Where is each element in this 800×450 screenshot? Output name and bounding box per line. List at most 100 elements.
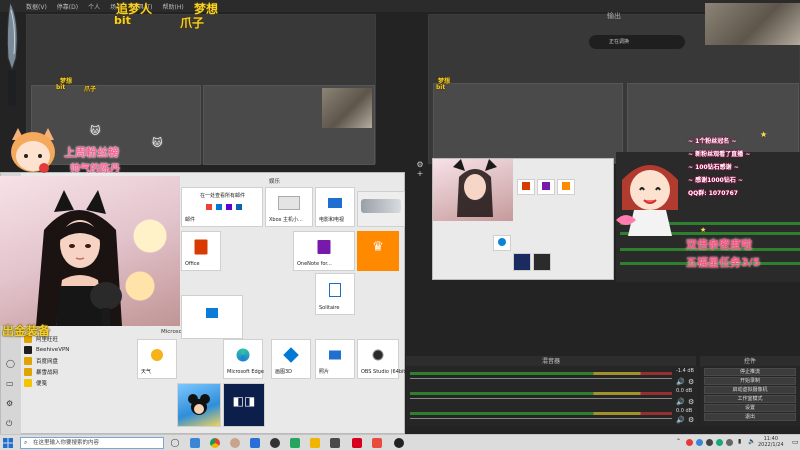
paint3d-tile[interactable]: 画图3D [271,339,311,379]
menu-item[interactable]: 帮助(H) [163,2,184,11]
photos-tile[interactable]: 照片 [315,339,355,379]
chat-line: ~ 新粉丝观看了直播 ~ [688,151,751,158]
solitaire-tile[interactable]: Solitaire [315,273,355,315]
chrome-icon[interactable] [210,438,220,448]
obs-tile[interactable]: OBS Studio (64bit) [357,339,407,379]
volume-icon[interactable]: 🔈 [748,438,755,445]
app-icon[interactable] [290,438,300,448]
gear-icon[interactable]: ⚙ [688,378,694,386]
file-explorer-icon[interactable] [190,438,200,448]
crown-app-tile[interactable]: ♛ [357,231,399,271]
menu-item[interactable]: 数据(V) [26,2,47,11]
app-list: 阿里旺旺 BeehiveVPN 百度网盘 暴雪战网 便笺 [21,333,131,433]
tray-app-icon[interactable] [696,439,703,446]
power-icon[interactable]: ⏻ [6,419,12,429]
tray-app-icon[interactable] [716,439,723,446]
taskbar-search-input[interactable]: ⌕ 在这里输入你要搜索的内容 [20,437,164,449]
list-item[interactable]: 便笺 [21,377,131,388]
network-icon[interactable]: ▮ [738,438,741,445]
edge-tile[interactable]: Microsoft Edge [223,339,264,379]
disney-tile[interactable] [177,383,221,427]
dolby-tile[interactable]: ◧◨ [223,383,265,427]
onenote-tile[interactable]: OneNote for... [293,231,355,271]
weather-tile[interactable]: 天气 [137,339,177,379]
app-icon[interactable] [372,438,382,448]
mini-tile [517,179,535,195]
preview-left-pane[interactable] [26,14,376,165]
office-tile[interactable]: Office [181,231,221,271]
nested-program [433,83,623,163]
overlay-name-line1b: bit [114,14,131,27]
mail-icon [236,204,242,210]
app-icon[interactable] [270,438,280,448]
volume-slider[interactable] [410,378,672,379]
volume-slider[interactable] [410,418,672,419]
volume-slider[interactable] [410,398,672,399]
speaker-icon[interactable]: 🔊 [676,416,685,424]
tray-app-icon[interactable] [706,439,713,446]
movies-tile[interactable]: 电影和电视 [315,187,355,227]
notification-icon[interactable]: ▭ [792,438,799,446]
mini-tile [537,179,555,195]
settings-icon[interactable]: ⚙ [6,399,13,408]
store-tile[interactable] [181,295,243,339]
user-icon[interactable]: ◯ [6,359,15,368]
menu-item[interactable]: 停靠(D) [57,2,78,11]
mail-tile[interactable]: 在一处查看所有邮件 邮件 [181,187,263,227]
mini-tile [557,179,575,195]
app-icon[interactable] [250,438,260,448]
start-recording-button[interactable]: 开始录制 [704,377,796,385]
volume-readout: -1.4 dB [676,368,694,374]
app-icon[interactable] [352,438,362,448]
cat-sticker-icon: 🐱 [90,126,101,137]
list-item[interactable]: 百度网盘 [21,355,131,366]
virtual-camera-button[interactable]: 启动虚拟摄像机 [704,386,796,394]
tray-app-icon[interactable] [686,439,693,446]
obs-taskbar-icon[interactable] [394,438,404,448]
onenote-icon [317,240,331,255]
mixer-title: 混音器 [406,356,696,366]
document-icon[interactable]: ▭ [6,379,14,388]
speaker-icon[interactable]: 🔊 [676,398,685,406]
avatar-app-icon[interactable] [230,438,240,448]
mini-tile [493,235,511,251]
chevron-up-icon[interactable]: ⌃ [676,438,681,445]
overlay-name-line2b: 爪子 [180,16,205,30]
menu-item[interactable]: 个人 [88,2,100,11]
app-icon[interactable] [330,438,340,448]
mail-provider-icons [206,204,242,210]
list-item[interactable]: 暴雪战网 [21,366,131,377]
exit-button[interactable]: 退出 [704,413,796,421]
chat-overlay: ~ 1个粉丝冠名 ~ ~ 新粉丝观看了直播 ~ ~ 100钻石感谢 ~ ~ 感谢… [688,136,800,226]
list-item[interactable]: BeehiveVPN [21,344,131,355]
gear-icon[interactable]: ⚙ [688,416,694,424]
volume-readout: 0.0 dB [676,408,693,414]
gear-icon[interactable]: ⚙ [688,398,694,406]
crown-icon: ♛ [372,239,384,255]
chat-line: ~ 1个粉丝冠名 ~ [688,138,737,145]
settings-button[interactable]: 设置 [704,404,796,412]
gmail-icon [206,204,212,210]
task-view-icon[interactable]: ◯ [170,438,180,448]
mickey-icon [188,394,210,415]
streamer-icon [453,159,497,217]
stop-stream-button[interactable]: 停止推流 [704,368,796,376]
search-icon: ⌕ [24,439,28,446]
app-icon[interactable] [310,438,320,448]
gear-icon[interactable]: ⚙ [413,160,427,169]
gift-banner: 上周粉丝榜 [64,146,119,159]
clock[interactable]: 11:40 2022/1/24 [758,436,784,448]
audio-mixer: -1.4 dB 🔊 ⚙ 0.0 dB 🔊 ⚙ 0.0 dB 🔊 ⚙ [406,366,698,426]
mini-tile [513,253,531,271]
program-title: 输出 [607,12,621,20]
plus-icon[interactable]: + [413,169,427,178]
tray-app-icon[interactable] [726,439,733,446]
speaker-icon[interactable]: 🔊 [676,378,685,386]
windows-start-icon[interactable] [3,438,13,448]
studio-mode-button[interactable]: 工作室模式 [704,395,796,403]
double-drop-banner: 双倍亲密度啦 [686,238,752,251]
game-promo-tile[interactable] [357,191,405,227]
cards-icon [329,283,341,297]
chat-line: ~ 100钻石感谢 ~ [688,164,739,171]
xbox-tile[interactable]: Xbox 主机小... [265,187,313,227]
